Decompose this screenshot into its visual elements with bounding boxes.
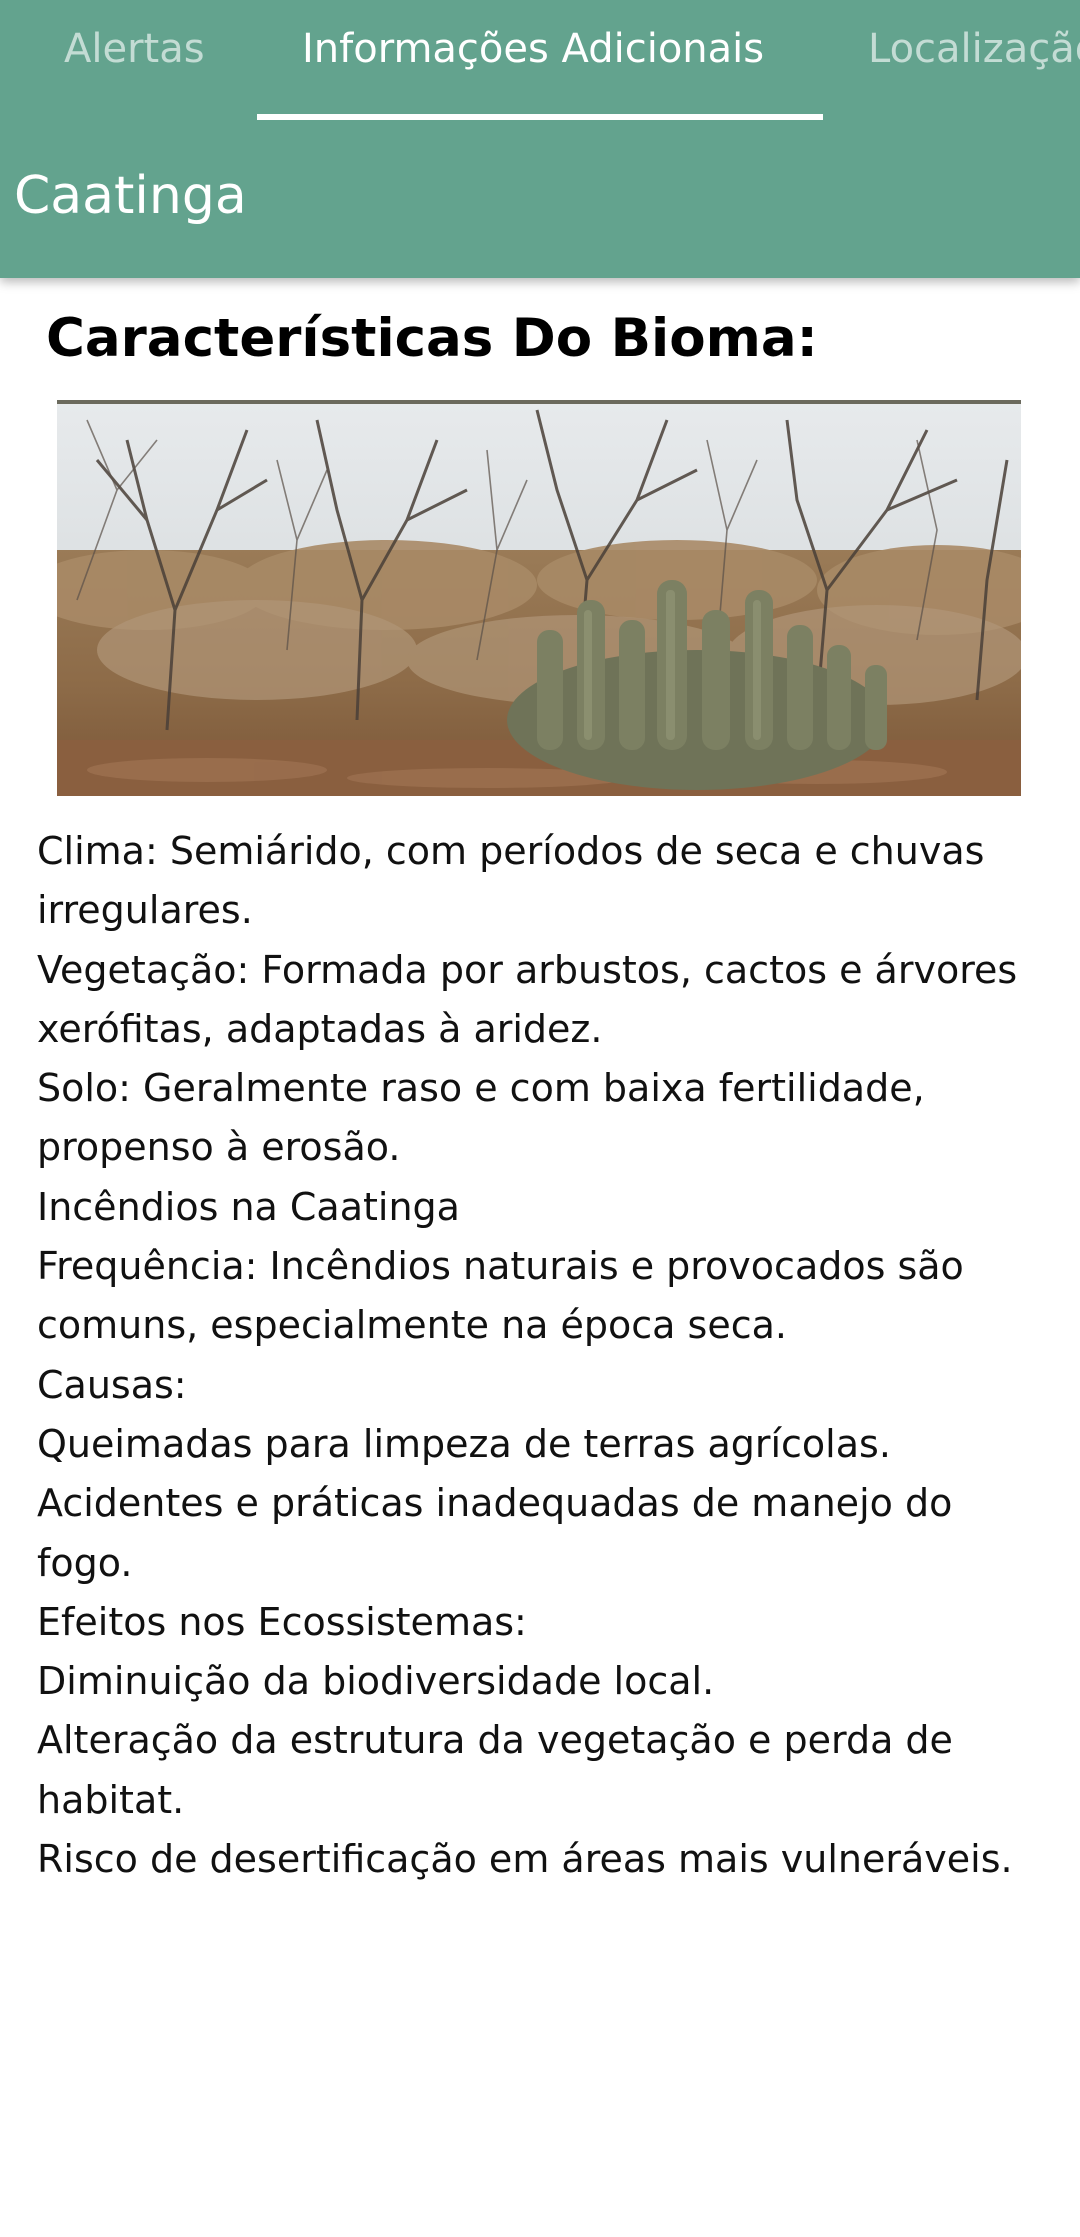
paragraph-causa-queimadas: Queimadas para limpeza de terras agrícol…	[37, 1421, 891, 1466]
biome-description: Clima: Semiárido, com períodos de seca e…	[37, 822, 1057, 1889]
paragraph-efeito-biodiversidade: Diminuição da biodiversidade local.	[37, 1659, 715, 1704]
tab-informacoes-adicionais-label: Informações Adicionais	[302, 26, 765, 72]
paragraph-causa-acidentes: Acidentes e práticas inadequadas de mane…	[37, 1481, 953, 1585]
tab-alertas[interactable]: Alertas	[64, 0, 205, 118]
tab-alertas-label: Alertas	[64, 26, 205, 72]
page-title: Caatinga	[14, 166, 247, 226]
tab-localizacao[interactable]: Localização	[868, 0, 1080, 118]
tab-informacoes-adicionais[interactable]: Informações Adicionais	[302, 0, 764, 118]
paragraph-clima: Clima: Semiárido, com períodos de seca e…	[37, 829, 985, 933]
section-heading: Características Do Bioma:	[46, 308, 818, 369]
tab-localizacao-label: Localização	[868, 26, 1080, 72]
paragraph-efeito-desertificacao: Risco de desertificação em áreas mais vu…	[37, 1837, 1013, 1882]
paragraph-efeitos-heading: Efeitos nos Ecossistemas:	[37, 1599, 527, 1644]
paragraph-causas-heading: Causas:	[37, 1362, 187, 1407]
paragraph-vegetacao: Vegetação: Formada por arbustos, cactos …	[37, 947, 1018, 1051]
tab-bar: Alertas Informações Adicionais Localizaç…	[0, 0, 1080, 122]
paragraph-frequencia: Frequência: Incêndios naturais e provoca…	[37, 1244, 964, 1348]
paragraph-efeito-vegetacao: Alteração da estrutura da vegetação e pe…	[37, 1718, 953, 1822]
active-tab-indicator	[257, 114, 823, 120]
paragraph-incendios-heading: Incêndios na Caatinga	[37, 1184, 460, 1229]
paragraph-solo: Solo: Geralmente raso e com baixa fertil…	[37, 1066, 925, 1170]
caatinga-landscape-image	[57, 400, 1021, 796]
app-bar: Alertas Informações Adicionais Localizaç…	[0, 0, 1080, 278]
biome-photo	[57, 400, 1021, 796]
